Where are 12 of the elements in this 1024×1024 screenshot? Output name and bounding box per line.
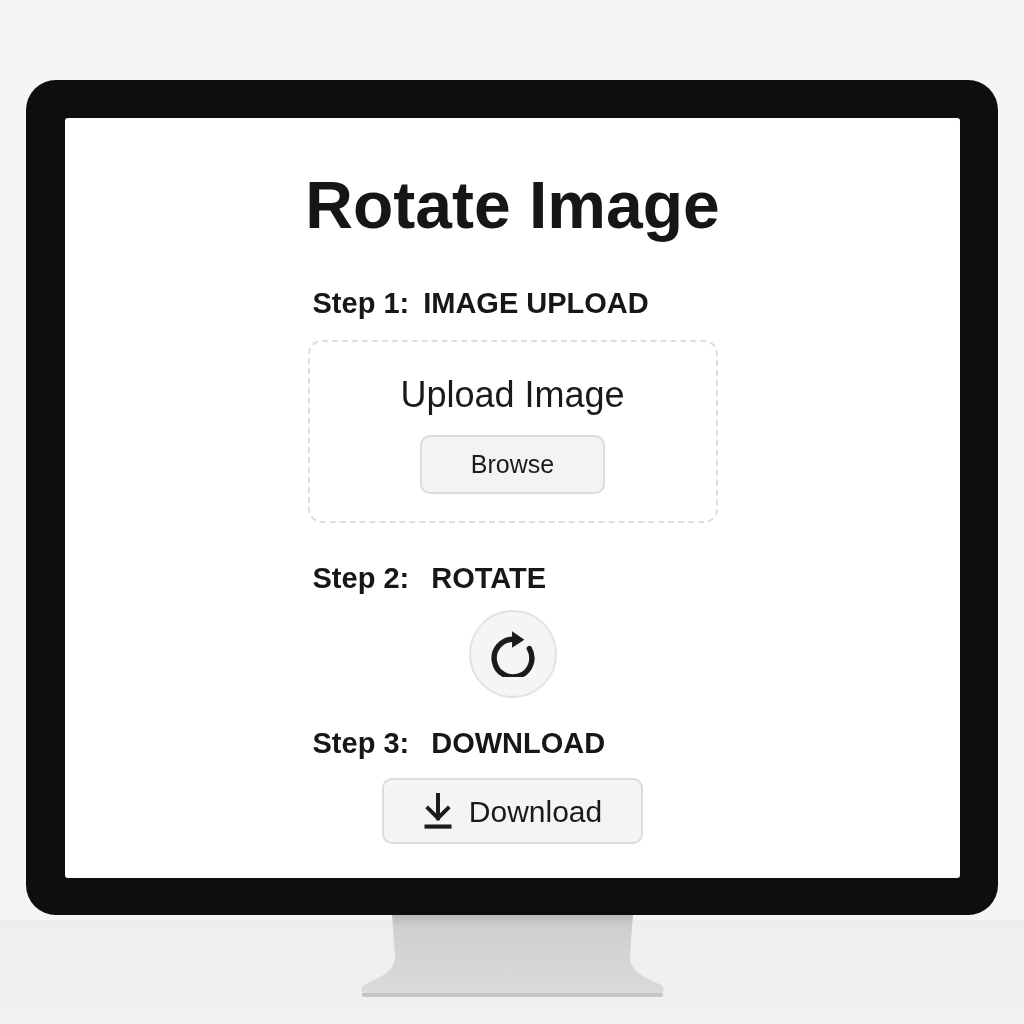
browse-button[interactable]: Browse — [420, 435, 605, 494]
download-button[interactable]: Download — [382, 778, 643, 844]
step-heading: ROTATE — [431, 564, 547, 593]
download-icon — [422, 793, 453, 829]
step-heading: DOWNLOAD — [431, 729, 606, 758]
rotate-icon — [490, 631, 535, 677]
step-number: Step 2: — [312, 564, 410, 593]
step-number: Step 3: — [312, 729, 410, 758]
dropzone-title: Upload Image — [400, 377, 625, 413]
step-heading: IMAGE UPLOAD — [423, 289, 649, 318]
step-number: Step 1: — [312, 289, 410, 318]
upload-dropzone[interactable]: Upload Image Browse — [307, 340, 718, 523]
